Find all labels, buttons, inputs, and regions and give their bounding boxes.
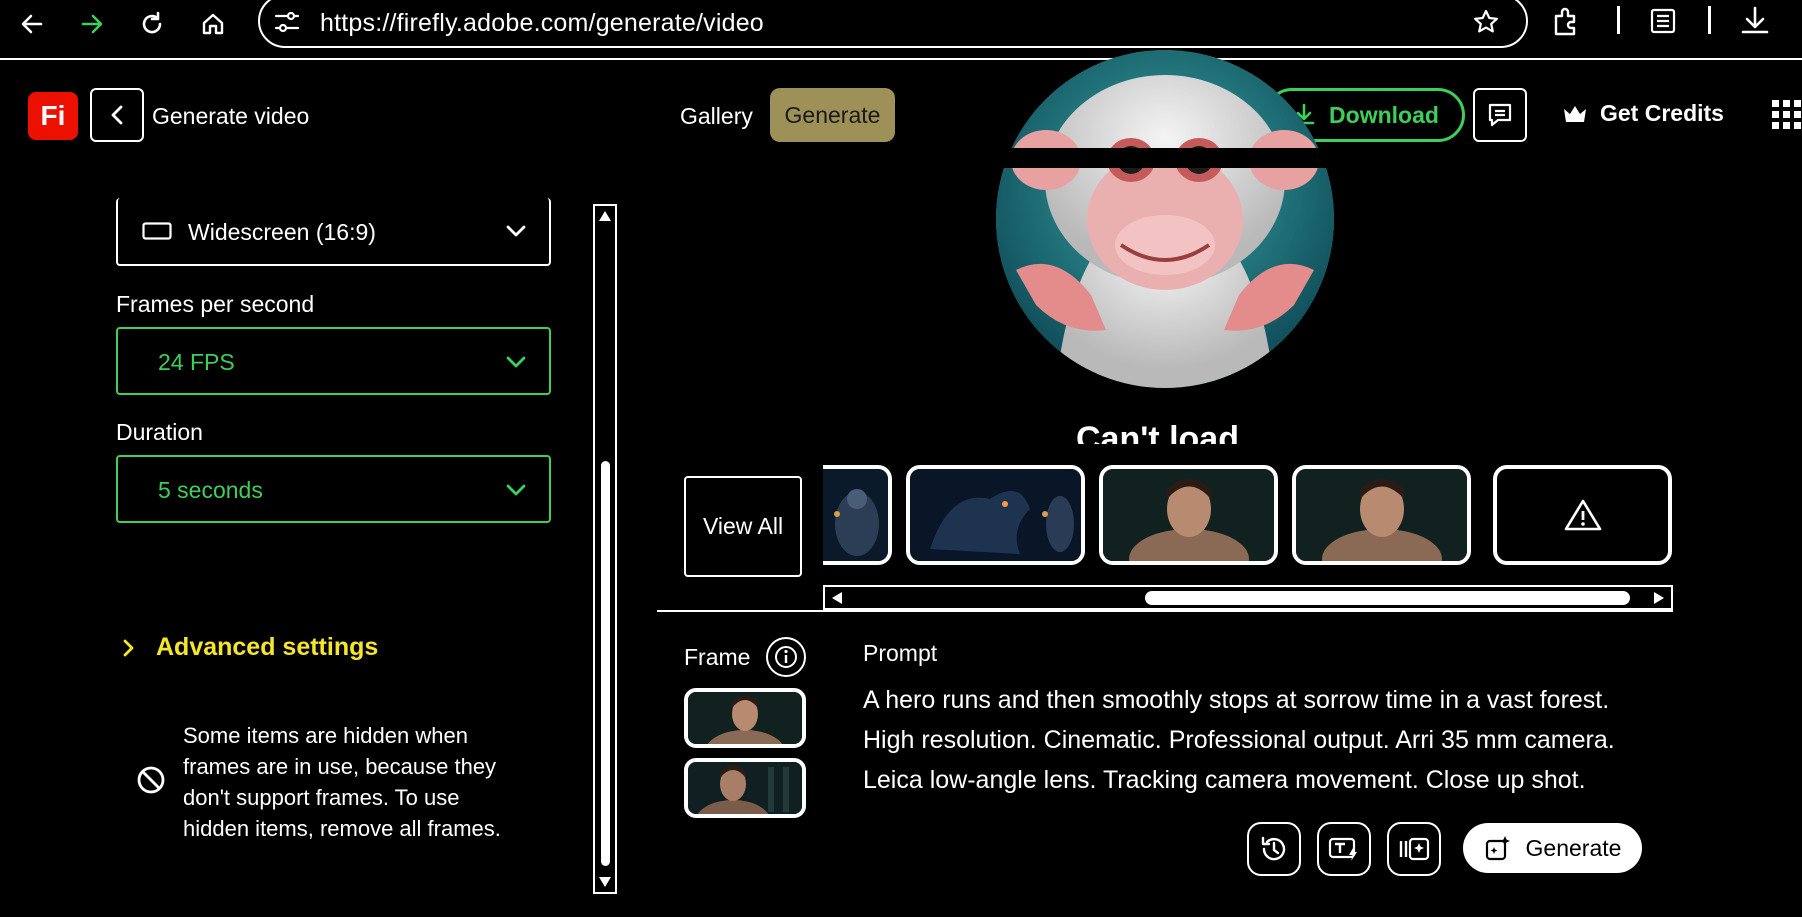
logo-text: Fi (40, 100, 66, 131)
advanced-settings-label: Advanced settings (156, 633, 379, 661)
preview-crop-mask (950, 148, 1390, 168)
tab-gallery[interactable]: Gallery (680, 103, 753, 130)
style-reference-button[interactable] (1387, 822, 1441, 876)
back-arrow-icon[interactable] (14, 6, 50, 42)
duration-select[interactable]: 5 seconds (116, 455, 551, 523)
settings-scrollbar[interactable] (593, 204, 617, 894)
end-frame-thumbnail[interactable] (684, 758, 806, 818)
reading-list-icon[interactable] (1648, 6, 1678, 36)
chevron-down-icon (505, 220, 527, 242)
thumbnail-hero-2[interactable] (1292, 465, 1471, 565)
forward-arrow-icon[interactable] (74, 6, 110, 42)
widescreen-icon (142, 222, 172, 240)
chevron-down-icon (505, 479, 527, 501)
generation-thumbnail-strip (823, 460, 1673, 570)
thumbnail-forest-knight[interactable] (823, 465, 892, 565)
history-button[interactable] (1247, 822, 1301, 876)
scroll-left-arrow-icon (832, 592, 842, 604)
chevron-down-icon (505, 351, 527, 373)
reload-icon[interactable] (134, 6, 170, 42)
chevron-left-icon (111, 105, 123, 125)
fps-value: 24 FPS (158, 349, 235, 375)
duration-value: 5 seconds (158, 477, 263, 503)
home-icon[interactable] (195, 6, 231, 42)
generate-sparkle-icon (1485, 836, 1510, 861)
scroll-up-arrow-icon (599, 211, 611, 221)
url-text[interactable]: https://firefly.adobe.com/generate/video (320, 9, 764, 38)
thumbnail-failed[interactable] (1493, 465, 1672, 565)
scroll-right-arrow-icon (1654, 592, 1664, 604)
credits-label: Get Credits (1600, 100, 1724, 126)
fps-label: Frames per second (116, 291, 315, 317)
prohibited-icon (136, 765, 166, 795)
generate-label: Generate (1525, 834, 1622, 861)
duration-label: Duration (116, 419, 203, 445)
style-reference-icon (1399, 837, 1430, 861)
feedback-icon (1488, 103, 1512, 127)
page-title: Generate video (152, 103, 310, 129)
settings-scrollbar-thumb[interactable] (601, 461, 610, 866)
bookmark-star-icon[interactable] (1472, 8, 1500, 36)
address-bar[interactable]: https://firefly.adobe.com/generate/video (258, 0, 1528, 48)
text-enhance-icon (1328, 837, 1357, 861)
chevron-right-icon (123, 639, 134, 656)
frame-label: Frame (684, 644, 751, 670)
site-settings-icon[interactable] (274, 10, 300, 34)
prompt-text[interactable]: A hero runs and then smoothly stops at s… (863, 680, 1643, 800)
thumbnail-dragon[interactable] (906, 465, 1085, 565)
history-icon (1261, 836, 1286, 861)
warning-icon (1564, 499, 1601, 531)
aspect-ratio-value: Widescreen (16:9) (188, 219, 376, 245)
back-button[interactable] (90, 88, 144, 142)
hidden-items-notice: Some items are hidden when frames are in… (183, 723, 501, 841)
thumbnail-scrollbar[interactable] (823, 585, 1673, 610)
tab-generate[interactable]: Generate (770, 88, 895, 142)
prompt-label: Prompt (863, 640, 938, 666)
feedback-button[interactable] (1473, 88, 1527, 142)
browser-download-icon[interactable] (1738, 4, 1772, 38)
generate-button[interactable]: Generate (1463, 823, 1642, 873)
cant-load-message: Can't load (1076, 420, 1239, 444)
toolbar-divider (1708, 6, 1711, 34)
aspect-ratio-select[interactable]: Widescreen (16:9) (116, 198, 551, 266)
download-label: Download (1329, 101, 1439, 128)
section-divider (657, 610, 1673, 612)
crown-icon (1564, 105, 1586, 122)
extensions-icon[interactable] (1550, 6, 1582, 38)
advanced-settings-toggle[interactable]: Advanced settings (122, 633, 378, 662)
view-all-button[interactable]: View All (684, 476, 802, 577)
generated-preview-image (996, 50, 1334, 388)
prompt-enhance-button[interactable] (1317, 822, 1371, 876)
apps-grid-icon[interactable] (1772, 100, 1802, 130)
browser-toolbar: https://firefly.adobe.com/generate/video (0, 0, 1802, 60)
get-credits-button[interactable]: Get Credits (1562, 100, 1724, 127)
info-icon[interactable] (766, 637, 806, 677)
firefly-logo[interactable]: Fi (28, 92, 78, 140)
toolbar-divider (1617, 6, 1620, 34)
scroll-down-arrow-icon (599, 877, 611, 887)
thumbnail-hero-1[interactable] (1099, 465, 1278, 565)
start-frame-thumbnail[interactable] (684, 688, 806, 748)
thumbnail-scrollbar-thumb[interactable] (1145, 591, 1630, 605)
fps-select[interactable]: 24 FPS (116, 327, 551, 395)
